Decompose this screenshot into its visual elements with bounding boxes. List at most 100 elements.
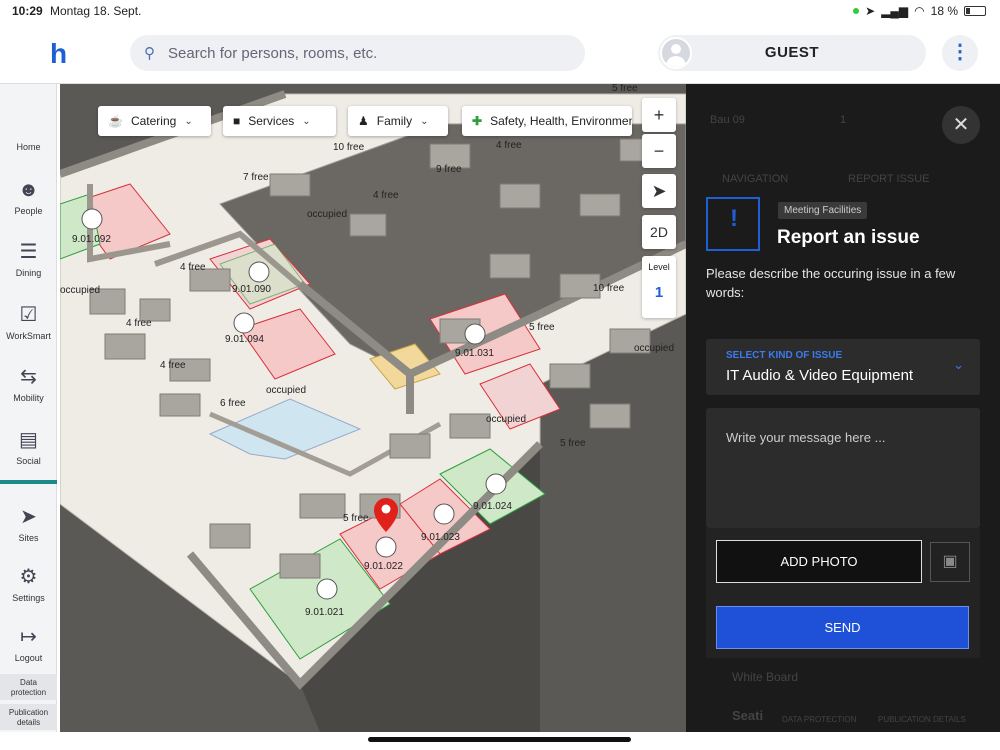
signal-icon: ▂▄▆ bbox=[881, 4, 909, 18]
room-label: 9.01.024 bbox=[473, 501, 512, 512]
app-logo[interactable]: h bbox=[50, 38, 67, 70]
search-input[interactable] bbox=[168, 35, 568, 71]
issue-kind-select[interactable]: SELECT KIND OF ISSUE IT Audio & Video Eq… bbox=[706, 339, 980, 395]
filter-catering[interactable]: ☕ Catering ⌄ bbox=[98, 106, 211, 136]
more-menu-button[interactable]: ⋮ bbox=[942, 35, 978, 71]
background-text: PUBLICATION DETAILS bbox=[878, 715, 966, 724]
level-value[interactable]: 1 bbox=[642, 284, 676, 301]
message-input[interactable] bbox=[706, 408, 980, 528]
floor-map[interactable]: 9.01.092 9.01.090 9.01.094 9.01.031 9.01… bbox=[60, 84, 686, 732]
sidebar-item-logout[interactable]: ↦ Logout bbox=[0, 624, 57, 663]
report-issue-icon: ! bbox=[706, 197, 760, 251]
fork-knife-icon: ☰ bbox=[19, 241, 38, 263]
sidebar-item-label: Logout bbox=[14, 653, 43, 663]
background-text: Bau 09 bbox=[710, 114, 745, 126]
search-bar[interactable]: ⚲ bbox=[130, 35, 585, 71]
seats-label: 9 free bbox=[436, 164, 462, 175]
status-bar: 10:29 Montag 18. Sept. ➤ ▂▄▆ ◠ 18 % bbox=[0, 0, 1000, 22]
filter-label: Family bbox=[376, 114, 413, 128]
sidebar-item-worksmart[interactable]: ☑ WorkSmart bbox=[0, 302, 57, 341]
logout-icon: ↦ bbox=[20, 626, 37, 648]
floor-plan-3d[interactable]: 9.01.092 9.01.090 9.01.094 9.01.031 9.01… bbox=[60, 84, 686, 732]
seats-label: 10 free bbox=[593, 283, 625, 294]
arrows-icon: ⇆ bbox=[20, 366, 37, 388]
room-label: 9.01.094 bbox=[225, 334, 264, 345]
active-section-indicator bbox=[0, 480, 57, 484]
add-photo-button[interactable]: ADD PHOTO bbox=[716, 540, 922, 583]
seats-label: 4 free bbox=[373, 190, 399, 201]
select-label: SELECT KIND OF ISSUE bbox=[726, 350, 843, 361]
sidebar-item-sites[interactable]: ➤ Sites bbox=[0, 504, 57, 543]
clock: 10:29 bbox=[12, 4, 43, 18]
services-icon: ■ bbox=[233, 114, 241, 128]
send-button[interactable]: SEND bbox=[716, 606, 969, 649]
sidebar-item-dining[interactable]: ☰ Dining bbox=[0, 239, 57, 278]
gear-icon: ⚙ bbox=[19, 566, 38, 588]
zoom-out-button[interactable]: − bbox=[642, 134, 676, 168]
level-selector[interactable]: Level 1 bbox=[642, 256, 676, 318]
battery-level: 18 % bbox=[930, 4, 958, 18]
message-box bbox=[706, 408, 980, 528]
chevron-down-icon: ⌄ bbox=[953, 357, 964, 372]
filter-safety[interactable]: ✚ Safety, Health, Environment bbox=[462, 106, 632, 136]
room-label: 9.01.031 bbox=[455, 348, 494, 359]
chevron-down-icon: ⌄ bbox=[184, 115, 193, 127]
occupied-label: occupied bbox=[266, 385, 306, 396]
app-header: h ⚲ GUEST ⋮ bbox=[0, 22, 1000, 84]
seats-label: 5 free bbox=[560, 438, 586, 449]
view-2d-button[interactable]: 2D bbox=[642, 215, 676, 249]
camera-button[interactable]: ▣ bbox=[930, 542, 970, 582]
zoom-in-button[interactable]: + bbox=[642, 98, 676, 132]
search-icon: ⚲ bbox=[144, 45, 155, 62]
worksmart-icon: ☑ bbox=[19, 304, 38, 326]
seats-label: 6 free bbox=[220, 398, 246, 409]
close-button[interactable]: ✕ bbox=[942, 106, 980, 144]
background-text: Seati bbox=[732, 708, 764, 723]
wifi-icon: ◠ bbox=[914, 4, 925, 18]
sidebar-item-home[interactable]: Home bbox=[0, 142, 57, 152]
occupied-label: occupied bbox=[634, 343, 674, 354]
occupied-label: occupied bbox=[307, 209, 347, 220]
room-label: 9.01.023 bbox=[421, 532, 460, 543]
close-icon: ✕ bbox=[952, 114, 970, 136]
seats-label: 5 free bbox=[612, 84, 638, 94]
filter-services[interactable]: ■ Services ⌄ bbox=[223, 106, 336, 136]
sidebar-item-social[interactable]: ▤ Social bbox=[0, 427, 57, 466]
seats-label: 10 free bbox=[333, 142, 365, 153]
sidebar-item-people[interactable]: ☻ People bbox=[0, 179, 57, 216]
filter-label: Services bbox=[248, 114, 295, 128]
background-text: DATA PROTECTION bbox=[782, 715, 857, 724]
room-label: 9.01.090 bbox=[232, 284, 271, 295]
user-profile-button[interactable]: GUEST bbox=[658, 35, 926, 71]
data-protection-link[interactable]: Data protection bbox=[0, 674, 57, 700]
filter-label: Safety, Health, Environment bbox=[490, 114, 632, 128]
filter-family[interactable]: ♟ Family ⌄ bbox=[348, 106, 448, 136]
location-arrow-icon: ➤ bbox=[20, 506, 37, 528]
sidebar-item-label: Social bbox=[16, 456, 41, 466]
occupied-label: occupied bbox=[486, 414, 526, 425]
publication-details-link[interactable]: Publication details bbox=[0, 704, 57, 730]
sidebar-item-mobility[interactable]: ⇆ Mobility bbox=[0, 364, 57, 403]
background-text: White Board bbox=[732, 670, 799, 684]
seats-label: 4 free bbox=[160, 360, 186, 371]
room-label: 9.01.092 bbox=[72, 234, 111, 245]
locate-me-button[interactable]: ➤ bbox=[642, 174, 676, 208]
camera-icon: ▣ bbox=[942, 553, 958, 570]
sidebar-nav: Home ☻ People ☰ Dining ☑ WorkSmart ⇆ Mob… bbox=[0, 84, 57, 732]
room-label: 9.01.021 bbox=[305, 607, 344, 618]
sidebar-item-settings[interactable]: ⚙ Settings bbox=[0, 564, 57, 603]
background-tab-report: REPORT ISSUE bbox=[848, 173, 930, 185]
sidebar-item-label: Settings bbox=[12, 593, 45, 603]
filter-label: Catering bbox=[130, 114, 177, 128]
seats-label: 4 free bbox=[126, 318, 152, 329]
camera-indicator-icon bbox=[853, 8, 860, 14]
family-icon: ♟ bbox=[358, 114, 369, 128]
seats-label: 5 free bbox=[529, 322, 555, 333]
chat-icon: ▤ bbox=[19, 429, 38, 451]
seats-label: 4 free bbox=[496, 140, 522, 151]
background-text: 1 bbox=[840, 114, 847, 126]
people-icon: ☻ bbox=[17, 179, 40, 201]
category-tag: Meeting Facilities bbox=[778, 202, 868, 219]
seats-label: 7 free bbox=[243, 172, 269, 183]
date: Montag 18. Sept. bbox=[50, 4, 142, 18]
